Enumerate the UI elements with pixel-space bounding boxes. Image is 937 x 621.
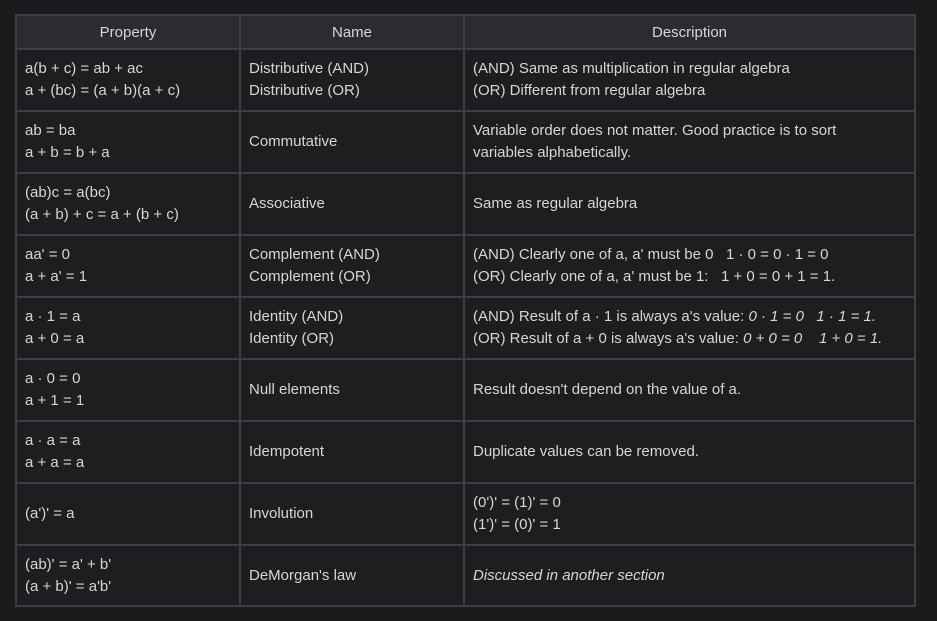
description-line: (OR) Result of a + 0 is always a's value… bbox=[473, 328, 906, 350]
name-cell: DeMorgan's law bbox=[239, 544, 465, 607]
boolean-algebra-properties-table: Property Name Description a(b + c) = ab … bbox=[15, 14, 916, 607]
header-name: Name bbox=[239, 14, 465, 50]
table-row: a · 1 = a a + 0 = a Identity (AND) Ident… bbox=[15, 296, 916, 360]
property-line: aa' = 0 bbox=[25, 246, 70, 263]
description-line: Variable order does not matter. Good pra… bbox=[473, 122, 837, 139]
property-cell: a(b + c) = ab + ac a + (bc) = (a + b)(a … bbox=[15, 48, 241, 112]
description-text: (AND) Result of a · 1 is always a's valu… bbox=[473, 308, 745, 325]
name-line: Involution bbox=[249, 505, 314, 522]
property-cell: aa' = 0 a + a' = 1 bbox=[15, 234, 241, 298]
name-line: Distributive (AND) bbox=[249, 60, 370, 77]
name-line: Associative bbox=[249, 195, 325, 212]
table-row: a · a = a a + a = a Idempotent Duplicate… bbox=[15, 420, 916, 484]
description-line: Discussed in another section bbox=[473, 566, 665, 584]
property-line: (a + b)' = a'b' bbox=[25, 577, 112, 595]
property-line: a + a' = 1 bbox=[25, 268, 88, 285]
name-line: Identity (OR) bbox=[249, 330, 335, 347]
description-line: variables alphabetically. bbox=[473, 144, 632, 161]
property-line: a + (bc) = (a + b)(a + c) bbox=[25, 82, 181, 99]
property-line: a + b = b + a bbox=[25, 144, 110, 161]
description-line: Same as regular algebra bbox=[473, 195, 638, 212]
property-line: a + 1 = 1 bbox=[25, 392, 85, 409]
property-line: a + a = a bbox=[25, 454, 85, 471]
description-example: 0 · 1 = 0 1 · 1 = 1. bbox=[748, 308, 877, 325]
description-line: (1')' = (0)' = 1 bbox=[473, 516, 561, 533]
name-cell: Idempotent bbox=[239, 420, 465, 484]
description-text: (OR) Result of a + 0 is always a's value… bbox=[473, 330, 739, 347]
property-line: a · 0 = 0 bbox=[25, 370, 81, 387]
name-cell: Commutative bbox=[239, 110, 465, 174]
name-cell: Null elements bbox=[239, 358, 465, 422]
description-line: (AND) Same as multiplication in regular … bbox=[473, 60, 790, 77]
name-line: Null elements bbox=[249, 381, 340, 398]
name-line: Identity (AND) bbox=[249, 308, 344, 325]
description-cell: (AND) Clearly one of a, a' must be 0 1 ·… bbox=[463, 234, 916, 298]
header-description: Description bbox=[463, 14, 916, 50]
name-line: DeMorgan's law bbox=[249, 566, 357, 584]
description-cell: Variable order does not matter. Good pra… bbox=[463, 110, 916, 174]
description-cell: Result doesn't depend on the value of a. bbox=[463, 358, 916, 422]
name-line: Commutative bbox=[249, 133, 338, 150]
description-line: Duplicate values can be removed. bbox=[473, 443, 699, 460]
description-line: Result doesn't depend on the value of a. bbox=[473, 381, 742, 398]
description-line: (0')' = (1)' = 0 bbox=[473, 494, 561, 511]
description-line: (AND) Clearly one of a, a' must be 0 1 ·… bbox=[473, 246, 829, 263]
table-row: a · 0 = 0 a + 1 = 1 Null elements Result… bbox=[15, 358, 916, 422]
properties-table-container: Property Name Description a(b + c) = ab … bbox=[15, 14, 916, 607]
name-cell: Distributive (AND) Distributive (OR) bbox=[239, 48, 465, 112]
property-line: (ab)c = a(bc) bbox=[25, 184, 111, 201]
description-line: (OR) Different from regular algebra bbox=[473, 82, 706, 99]
table-row: ab = ba a + b = b + a Commutative Variab… bbox=[15, 110, 916, 174]
property-cell: (ab)' = a' + b' (a + b)' = a'b' bbox=[15, 544, 241, 607]
property-line: a + 0 = a bbox=[25, 330, 85, 347]
table-header-row: Property Name Description bbox=[15, 14, 916, 50]
table-row: aa' = 0 a + a' = 1 Complement (AND) Comp… bbox=[15, 234, 916, 298]
property-line: a · a = a bbox=[25, 432, 81, 449]
name-cell: Identity (AND) Identity (OR) bbox=[239, 296, 465, 360]
description-cell: (AND) Same as multiplication in regular … bbox=[463, 48, 916, 112]
name-line: Complement (AND) bbox=[249, 246, 380, 263]
property-line: (ab)' = a' + b' bbox=[25, 555, 112, 573]
property-line: ab = ba bbox=[25, 122, 76, 139]
name-cell: Involution bbox=[239, 482, 465, 546]
name-cell: Complement (AND) Complement (OR) bbox=[239, 234, 465, 298]
property-line: (a')' = a bbox=[25, 505, 75, 522]
property-cell: (a')' = a bbox=[15, 482, 241, 546]
table-row: (ab)c = a(bc) (a + b) + c = a + (b + c) … bbox=[15, 172, 916, 236]
description-cell: (AND) Result of a · 1 is always a's valu… bbox=[463, 296, 916, 360]
property-line: a · 1 = a bbox=[25, 308, 81, 325]
property-cell: a · 1 = a a + 0 = a bbox=[15, 296, 241, 360]
property-cell: (ab)c = a(bc) (a + b) + c = a + (b + c) bbox=[15, 172, 241, 236]
description-line: (AND) Result of a · 1 is always a's valu… bbox=[473, 306, 906, 328]
header-property: Property bbox=[15, 14, 241, 50]
property-line: (a + b) + c = a + (b + c) bbox=[25, 206, 179, 223]
description-cell: (0')' = (1)' = 0 (1')' = (0)' = 1 bbox=[463, 482, 916, 546]
table-row: a(b + c) = ab + ac a + (bc) = (a + b)(a … bbox=[15, 48, 916, 112]
property-line: a(b + c) = ab + ac bbox=[25, 60, 143, 77]
property-cell: ab = ba a + b = b + a bbox=[15, 110, 241, 174]
table-row: (ab)' = a' + b' (a + b)' = a'b' DeMorgan… bbox=[15, 544, 916, 607]
description-example: 0 + 0 = 0 1 + 0 = 1. bbox=[743, 330, 883, 347]
name-line: Idempotent bbox=[249, 443, 325, 460]
property-cell: a · a = a a + a = a bbox=[15, 420, 241, 484]
name-line: Distributive (OR) bbox=[249, 82, 360, 99]
table-row: (a')' = a Involution (0')' = (1)' = 0 (1… bbox=[15, 482, 916, 546]
name-line: Complement (OR) bbox=[249, 268, 371, 285]
description-cell: Duplicate values can be removed. bbox=[463, 420, 916, 484]
description-line: (OR) Clearly one of a, a' must be 1: 1 +… bbox=[473, 268, 836, 285]
name-cell: Associative bbox=[239, 172, 465, 236]
description-cell: Discussed in another section bbox=[463, 544, 916, 607]
property-cell: a · 0 = 0 a + 1 = 1 bbox=[15, 358, 241, 422]
description-cell: Same as regular algebra bbox=[463, 172, 916, 236]
